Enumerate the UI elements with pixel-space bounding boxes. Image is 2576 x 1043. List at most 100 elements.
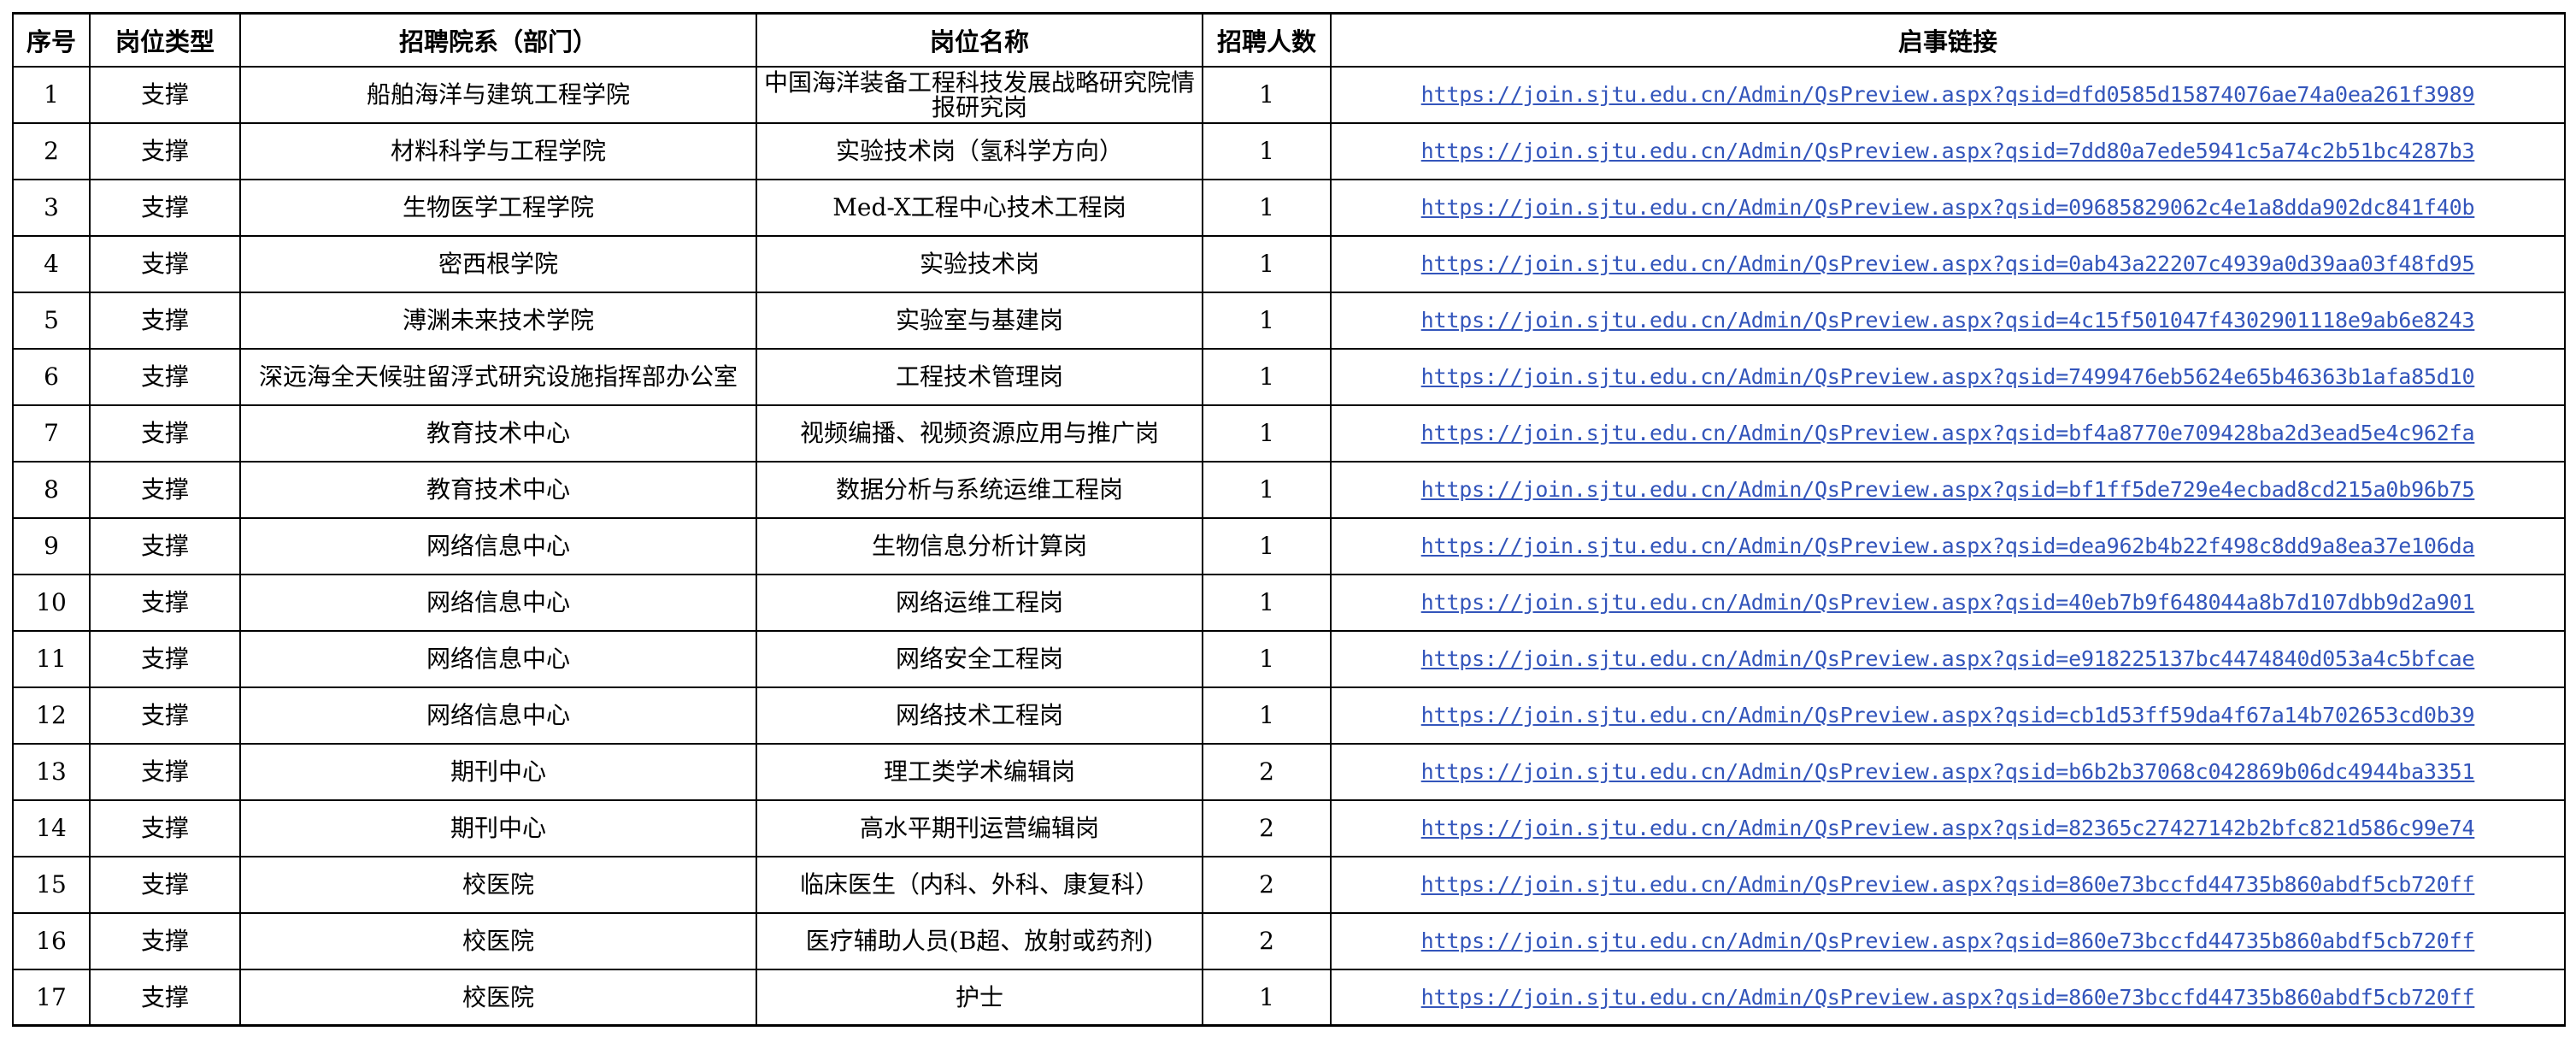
cell-count: 1: [1202, 686, 1332, 745]
cell-count: 2: [1202, 798, 1332, 857]
cell-no: 5: [12, 291, 91, 350]
cell-no: 7: [12, 404, 91, 463]
table-row: 6 支撑 深远海全天候驻留浮式研究设施指挥部办公室 工程技术管理岗 1 https://j…: [12, 347, 2566, 406]
cell-type: 支撑: [89, 855, 241, 914]
cell-position: 实验技术岗（氢科学方向）: [756, 121, 1203, 180]
cell-dept: 网络信息中心: [239, 573, 757, 632]
cell-count: 1: [1202, 178, 1332, 237]
cell-count: 1: [1202, 968, 1332, 1027]
cell-count: 1: [1202, 516, 1332, 575]
cell-position: 数据分析与系统运维工程岗: [756, 460, 1203, 519]
table-row: 9 支撑 网络信息中心 生物信息分析计算岗 1 https://join.sjtu.edu…: [12, 516, 2566, 575]
cell-dept: 期刊中心: [239, 742, 757, 801]
cell-dept: 校医院: [239, 911, 757, 970]
recruitment-table: 序号 岗位类型 招聘院系（部门） 岗位名称 招聘人数 启事链接 1 支撑 船舶海洋与…: [12, 12, 2566, 1027]
cell-dept: 网络信息中心: [239, 686, 757, 745]
cell-position: 护士: [756, 968, 1203, 1027]
cell-position: 临床医生（内科、外科、康复科）: [756, 855, 1203, 914]
cell-no: 15: [12, 855, 91, 914]
cell-position: 实验技术岗: [756, 234, 1203, 293]
posting-link[interactable]: https://join.sjtu.edu.cn/Admin/QsPreview…: [1421, 759, 2475, 784]
cell-count: 1: [1202, 234, 1332, 293]
cell-dept: 教育技术中心: [239, 460, 757, 519]
column-header-no: 序号: [12, 12, 91, 68]
cell-count: 1: [1202, 460, 1332, 519]
cell-no: 8: [12, 460, 91, 519]
cell-position: 网络安全工程岗: [756, 629, 1203, 688]
table-row: 14 支撑 期刊中心 高水平期刊运营编辑岗 2 https://join.sjtu.edu…: [12, 798, 2566, 857]
cell-type: 支撑: [89, 968, 241, 1027]
cell-count: 1: [1202, 404, 1332, 463]
cell-type: 支撑: [89, 178, 241, 237]
column-header-position: 岗位名称: [756, 12, 1203, 68]
cell-link: https://join.sjtu.edu.cn/Admin/QsPreview…: [1330, 347, 2566, 406]
table-row: 10 支撑 网络信息中心 网络运维工程岗 1 https://join.sjtu.edu.…: [12, 573, 2566, 632]
table-row: 15 支撑 校医院 临床医生（内科、外科、康复科） 2 https://join.sjtu…: [12, 855, 2566, 914]
posting-link[interactable]: https://join.sjtu.edu.cn/Admin/QsPreview…: [1421, 308, 2475, 333]
posting-link[interactable]: https://join.sjtu.edu.cn/Admin/QsPreview…: [1421, 421, 2475, 445]
posting-link[interactable]: https://join.sjtu.edu.cn/Admin/QsPreview…: [1421, 985, 2475, 1010]
table-row: 2 支撑 材料科学与工程学院 实验技术岗（氢科学方向） 1 https://join.sj…: [12, 121, 2566, 180]
posting-link[interactable]: https://join.sjtu.edu.cn/Admin/QsPreview…: [1421, 816, 2475, 840]
cell-dept: 网络信息中心: [239, 629, 757, 688]
cell-count: 1: [1202, 121, 1332, 180]
cell-link: https://join.sjtu.edu.cn/Admin/QsPreview…: [1330, 460, 2566, 519]
cell-link: https://join.sjtu.edu.cn/Admin/QsPreview…: [1330, 911, 2566, 970]
cell-position: Med-X工程中心技术工程岗: [756, 178, 1203, 237]
posting-link[interactable]: https://join.sjtu.edu.cn/Admin/QsPreview…: [1421, 477, 2475, 502]
cell-link: https://join.sjtu.edu.cn/Admin/QsPreview…: [1330, 234, 2566, 293]
cell-count: 2: [1202, 855, 1332, 914]
cell-no: 14: [12, 798, 91, 857]
posting-link[interactable]: https://join.sjtu.edu.cn/Admin/QsPreview…: [1421, 872, 2475, 897]
cell-link: https://join.sjtu.edu.cn/Admin/QsPreview…: [1330, 573, 2566, 632]
cell-type: 支撑: [89, 516, 241, 575]
posting-link[interactable]: https://join.sjtu.edu.cn/Admin/QsPreview…: [1421, 251, 2475, 276]
posting-link[interactable]: https://join.sjtu.edu.cn/Admin/QsPreview…: [1421, 533, 2475, 558]
cell-dept: 网络信息中心: [239, 516, 757, 575]
table-row: 3 支撑 生物医学工程学院 Med-X工程中心技术工程岗 1 https://join.s…: [12, 178, 2566, 237]
cell-no: 4: [12, 234, 91, 293]
cell-dept: 深远海全天候驻留浮式研究设施指挥部办公室: [239, 347, 757, 406]
cell-link: https://join.sjtu.edu.cn/Admin/QsPreview…: [1330, 404, 2566, 463]
cell-dept: 校医院: [239, 968, 757, 1027]
posting-link[interactable]: https://join.sjtu.edu.cn/Admin/QsPreview…: [1421, 195, 2475, 220]
cell-position: 实验室与基建岗: [756, 291, 1203, 350]
posting-link[interactable]: https://join.sjtu.edu.cn/Admin/QsPreview…: [1421, 703, 2475, 728]
cell-link: https://join.sjtu.edu.cn/Admin/QsPreview…: [1330, 968, 2566, 1027]
cell-count: 2: [1202, 911, 1332, 970]
table-row: 13 支撑 期刊中心 理工类学术编辑岗 2 https://join.sjtu.edu.c…: [12, 742, 2566, 801]
posting-link[interactable]: https://join.sjtu.edu.cn/Admin/QsPreview…: [1421, 928, 2475, 953]
cell-count: 1: [1202, 629, 1332, 688]
posting-link[interactable]: https://join.sjtu.edu.cn/Admin/QsPreview…: [1421, 82, 2475, 107]
posting-link[interactable]: https://join.sjtu.edu.cn/Admin/QsPreview…: [1421, 646, 2475, 671]
cell-count: 1: [1202, 65, 1332, 124]
cell-link: https://join.sjtu.edu.cn/Admin/QsPreview…: [1330, 121, 2566, 180]
cell-link: https://join.sjtu.edu.cn/Admin/QsPreview…: [1330, 742, 2566, 801]
cell-no: 1: [12, 65, 91, 124]
cell-count: 2: [1202, 742, 1332, 801]
cell-link: https://join.sjtu.edu.cn/Admin/QsPreview…: [1330, 65, 2566, 124]
column-header-link: 启事链接: [1330, 12, 2566, 68]
cell-dept: 生物医学工程学院: [239, 178, 757, 237]
posting-link[interactable]: https://join.sjtu.edu.cn/Admin/QsPreview…: [1421, 590, 2475, 615]
cell-position: 理工类学术编辑岗: [756, 742, 1203, 801]
cell-type: 支撑: [89, 911, 241, 970]
cell-link: https://join.sjtu.edu.cn/Admin/QsPreview…: [1330, 178, 2566, 237]
table-row: 7 支撑 教育技术中心 视频编播、视频资源应用与推广岗 1 https://join.sj…: [12, 404, 2566, 463]
cell-count: 1: [1202, 573, 1332, 632]
posting-link[interactable]: https://join.sjtu.edu.cn/Admin/QsPreview…: [1421, 138, 2475, 163]
cell-type: 支撑: [89, 404, 241, 463]
posting-link[interactable]: https://join.sjtu.edu.cn/Admin/QsPreview…: [1421, 364, 2475, 389]
cell-type: 支撑: [89, 573, 241, 632]
cell-type: 支撑: [89, 686, 241, 745]
cell-type: 支撑: [89, 742, 241, 801]
table-row: 17 支撑 校医院 护士 1 https://join.sjtu.edu.cn/Admin…: [12, 968, 2566, 1027]
column-header-dept: 招聘院系（部门）: [239, 12, 757, 68]
cell-position: 网络技术工程岗: [756, 686, 1203, 745]
cell-type: 支撑: [89, 121, 241, 180]
cell-no: 13: [12, 742, 91, 801]
cell-type: 支撑: [89, 460, 241, 519]
table-row: 12 支撑 网络信息中心 网络技术工程岗 1 https://join.sjtu.edu.…: [12, 686, 2566, 745]
cell-dept: 期刊中心: [239, 798, 757, 857]
cell-count: 1: [1202, 291, 1332, 350]
